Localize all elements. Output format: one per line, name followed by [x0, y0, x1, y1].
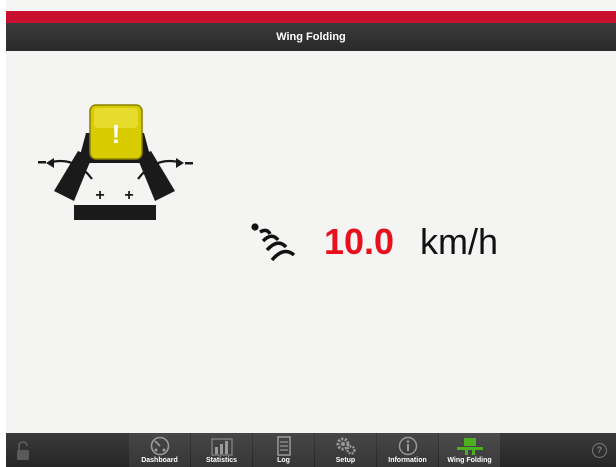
- plus-right: +: [124, 187, 133, 204]
- wing-folding-illustration: ! + +: [38, 104, 193, 220]
- tab-label: Setup: [335, 457, 356, 464]
- title-bar: Wing Folding: [6, 23, 616, 51]
- minus-right: [185, 162, 193, 165]
- tab-dashboard[interactable]: Dashboard: [129, 433, 190, 467]
- tab-bar: Dashboard Statistics Log Setup Informati…: [129, 433, 501, 467]
- gears-icon: [336, 437, 356, 455]
- tab-log[interactable]: Log: [253, 433, 314, 467]
- document-icon: [276, 436, 291, 456]
- bottom-nav-bar: Dashboard Statistics Log Setup Informati…: [6, 433, 616, 467]
- implement-base: [74, 205, 156, 220]
- tab-label: Information: [388, 457, 427, 464]
- brand-bar: [6, 11, 616, 23]
- wing-folding-icon: [456, 438, 483, 455]
- tab-label: Dashboard: [141, 457, 178, 464]
- speed-value: 10.0: [324, 221, 395, 262]
- tab-label: Statistics: [205, 457, 238, 464]
- info-icon: [398, 436, 417, 456]
- app-window: Wing Folding ! + + 10.0 km/h Dashboard S…: [6, 0, 616, 467]
- tab-setup[interactable]: Setup: [315, 433, 376, 467]
- warning-icon: !: [112, 119, 121, 149]
- speed-sensor-icon: [251, 223, 296, 262]
- minus-left: [38, 161, 46, 164]
- plus-left: +: [95, 187, 104, 204]
- gauge-icon: [150, 436, 169, 456]
- unlock-icon[interactable]: [16, 441, 30, 461]
- tab-label: Wing Folding: [447, 457, 492, 464]
- speed-unit: km/h: [420, 221, 499, 262]
- bar-chart-icon: [210, 438, 233, 456]
- tab-information[interactable]: Information: [377, 433, 438, 467]
- help-icon[interactable]: ?: [592, 443, 607, 458]
- tab-statistics[interactable]: Statistics: [191, 433, 252, 467]
- page-title: Wing Folding: [276, 31, 346, 43]
- tab-wing-folding[interactable]: Wing Folding: [439, 433, 500, 467]
- tab-label: Log: [277, 457, 290, 464]
